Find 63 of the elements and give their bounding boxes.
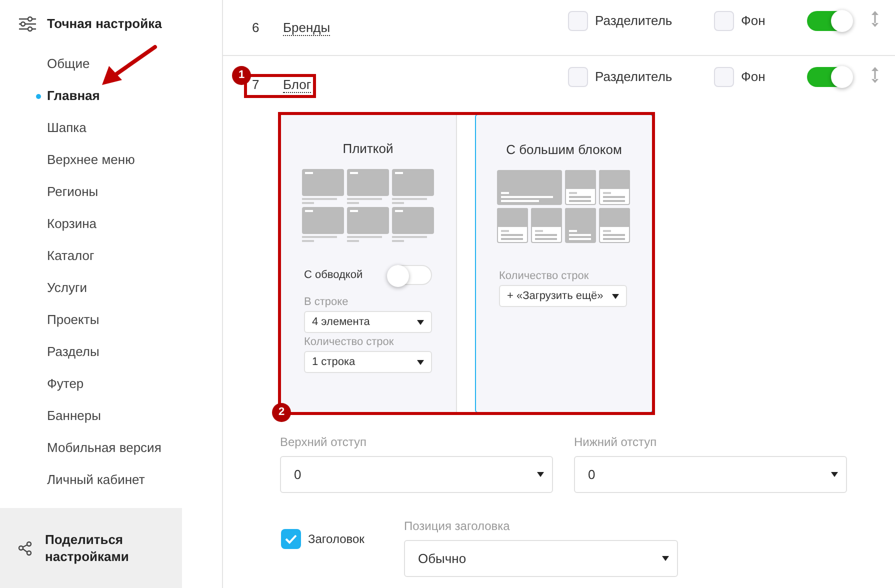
step-number-badge: 2	[272, 403, 291, 422]
block-name-link[interactable]: Блог	[283, 77, 312, 93]
dropdown[interactable]: 0	[574, 456, 847, 493]
checkbox-label: Заголовок	[308, 531, 364, 548]
caret-icon	[537, 472, 544, 477]
toggle-switch[interactable]	[807, 67, 851, 87]
checkbox-label: Фон	[741, 68, 766, 86]
sidebar-item[interactable]: Баннеры	[47, 406, 101, 426]
toggle-switch[interactable]	[807, 11, 851, 31]
sidebar-item[interactable]: Верхнее меню	[47, 150, 135, 170]
field-label: В строке	[304, 295, 350, 310]
sidebar-item[interactable]: Разделы	[47, 342, 100, 362]
block-name-link[interactable]: Бренды	[283, 20, 330, 36]
layout-option-card[interactable]: С большим блоком Количество строк + «Загрузить ещё»	[475, 114, 653, 413]
field-label: Верхний отступ	[280, 434, 368, 451]
sidebar-item[interactable]: Регионы	[47, 182, 98, 202]
sidebar-item[interactable]: Проекты	[47, 310, 100, 330]
sidebar-item[interactable]: Шапка	[47, 118, 86, 138]
settings-icon	[18, 16, 36, 32]
option-title: С большим блоком	[506, 141, 622, 156]
dropdown[interactable]: 1 строка	[304, 351, 432, 373]
toggle-switch[interactable]	[388, 265, 432, 285]
caret-icon	[417, 320, 424, 324]
caret-icon	[662, 556, 669, 561]
checkbox[interactable]	[568, 11, 588, 31]
checkbox[interactable]	[714, 11, 734, 31]
dropdown[interactable]: 4 элемента	[304, 311, 432, 333]
sidebar-header: Точная настройка	[47, 15, 162, 34]
pointer-arrow	[101, 44, 158, 88]
field-label: Количество строк	[499, 269, 590, 284]
check-icon	[285, 534, 297, 544]
toggle-label: С обводкой	[304, 268, 363, 283]
step-number-badge: 1	[232, 66, 251, 85]
sidebar-item[interactable]: Корзина	[47, 214, 97, 234]
sidebar-item[interactable]: Мобильная версия	[47, 438, 162, 458]
caret-icon	[612, 294, 619, 298]
drag-handle-icon[interactable]	[871, 66, 879, 84]
checkbox[interactable]	[568, 67, 588, 87]
share-settings-button[interactable]: Поделиться настройками	[0, 508, 182, 588]
sidebar-item[interactable]: Каталог	[47, 246, 94, 266]
row-number: 6	[252, 18, 260, 37]
dropdown[interactable]: 0	[280, 456, 553, 493]
field-label: Позиция заголовка	[404, 518, 511, 535]
caret-icon	[417, 360, 424, 364]
field-label: Количество строк	[304, 335, 395, 350]
sidebar-item[interactable]: Услуги	[47, 278, 87, 298]
sidebar-item[interactable]: Футер	[47, 374, 84, 394]
option-title: Плиткой	[342, 140, 394, 155]
dropdown[interactable]: Обычно	[404, 540, 678, 577]
checkbox-label: Разделитель	[595, 12, 672, 30]
checkbox[interactable]	[714, 67, 734, 87]
sidebar-item[interactable]: Общие	[47, 54, 90, 74]
sidebar-item[interactable]: Личный кабинет	[47, 470, 145, 490]
share-icon	[18, 540, 33, 556]
checkbox-label: Разделитель	[595, 68, 672, 86]
checkbox[interactable]	[281, 529, 301, 549]
sidebar-item[interactable]: Главная	[47, 86, 100, 106]
checkbox-label: Фон	[741, 12, 766, 30]
drag-handle-icon[interactable]	[871, 10, 879, 28]
field-label: Нижний отступ	[574, 434, 658, 451]
row-number: 7	[252, 76, 260, 94]
caret-icon	[831, 472, 838, 477]
dropdown[interactable]: + «Загрузить ещё»	[499, 285, 627, 307]
